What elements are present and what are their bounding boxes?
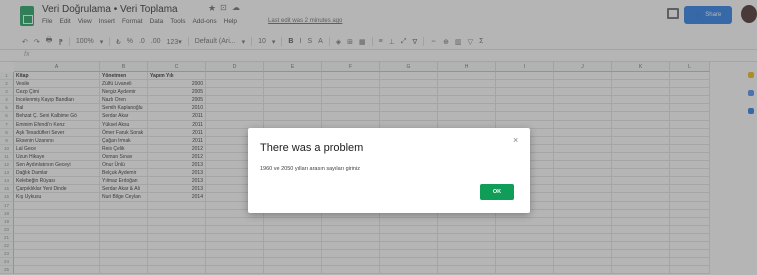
error-dialog: There was a problem × 1960 ve 2050 yılla… [248, 128, 530, 213]
dialog-title: There was a problem [260, 142, 364, 154]
close-icon[interactable]: × [513, 135, 518, 145]
dialog-message: 1960 ve 2050 yılları arasın sayıları gir… [260, 166, 360, 172]
spreadsheet-app: Veri Doğrulama • Veri Toplama ★ ⊡ ☁ File… [0, 0, 757, 275]
ok-button[interactable]: OK [480, 184, 514, 200]
